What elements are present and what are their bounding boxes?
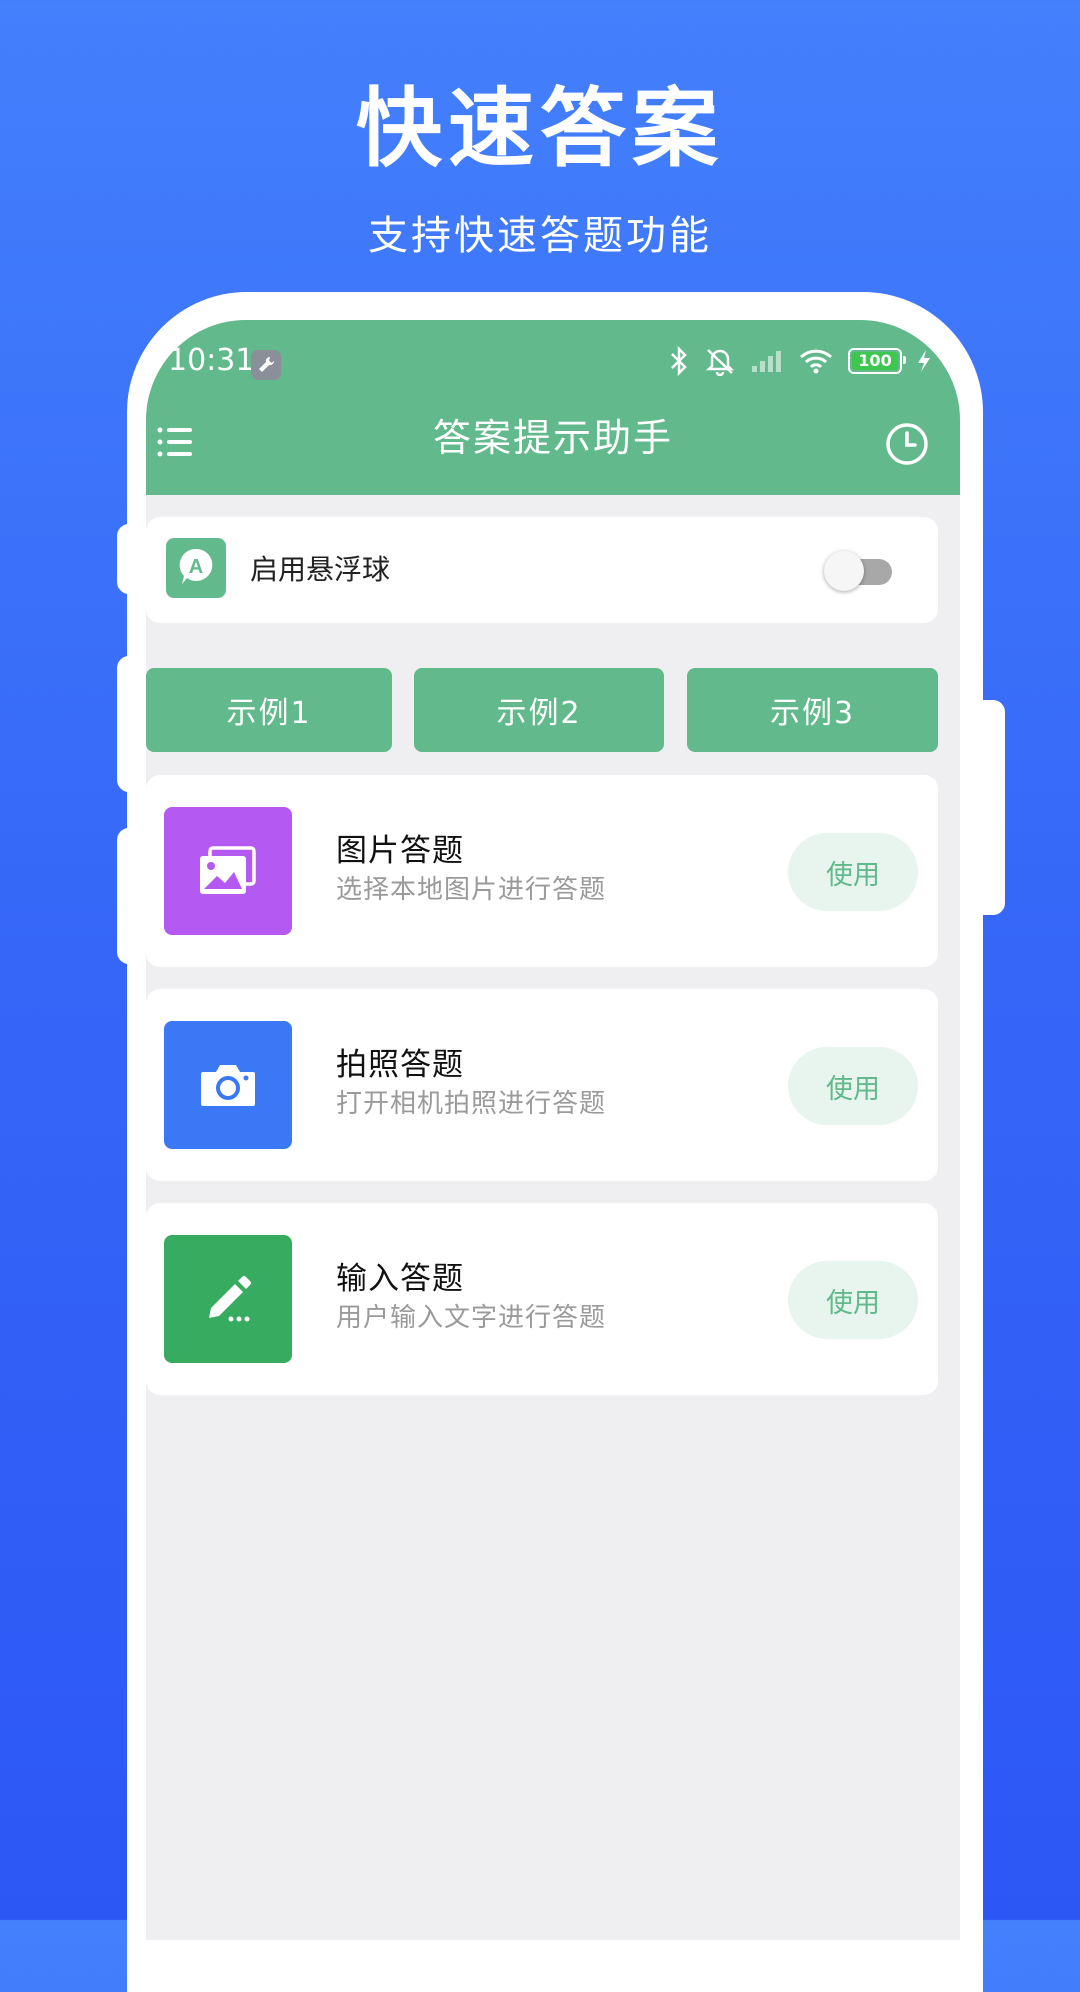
- phone-side-button: [117, 828, 139, 964]
- feature-desc: 用户输入文字进行答题: [336, 1303, 607, 1333]
- wifi-icon: [799, 349, 833, 374]
- status-time: 10:31: [168, 343, 255, 378]
- app-title: 答案提示助手: [432, 416, 673, 460]
- floating-ball-toggle[interactable]: [824, 551, 894, 591]
- feature-card-camera: 拍照答题 打开相机拍照进行答题 使用: [146, 989, 938, 1181]
- promo-subtitle: 支持快速答题功能: [368, 213, 712, 259]
- battery-icon: 100: [848, 348, 906, 374]
- bluetooth-icon: [671, 346, 687, 376]
- clock-icon[interactable]: [884, 421, 930, 467]
- use-button-camera[interactable]: 使用: [788, 1047, 918, 1125]
- feature-card-input: 输入答题 用户输入文字进行答题 使用: [146, 1203, 938, 1395]
- status-icons: 100: [668, 346, 932, 376]
- phone-side-button: [117, 524, 139, 594]
- app-bar: 10:31 100 答案提示助手: [146, 320, 960, 495]
- battery-level: 100: [858, 351, 892, 370]
- feature-desc: 选择本地图片进行答题: [336, 875, 607, 905]
- example-button-2[interactable]: 示例2: [414, 668, 664, 752]
- pencil-icon: [164, 1235, 292, 1363]
- camera-icon: [164, 1021, 292, 1149]
- logo-letter: A: [189, 556, 203, 578]
- floating-ball-card: A 启用悬浮球: [146, 517, 938, 623]
- use-button-input[interactable]: 使用: [788, 1261, 918, 1339]
- phone-side-button: [983, 700, 1005, 915]
- mute-icon: [705, 349, 735, 376]
- floating-ball-label: 启用悬浮球: [250, 553, 391, 586]
- example-button-1[interactable]: 示例1: [146, 668, 392, 752]
- example-buttons: 示例1 示例2 示例3: [146, 668, 938, 752]
- use-button-image[interactable]: 使用: [788, 833, 918, 911]
- phone-side-button: [117, 656, 139, 792]
- image-icon: [164, 807, 292, 935]
- phone-screen: 10:31 100 答案提示助手 A 启用悬浮球 示例1 示例2 示例3 图片答…: [146, 320, 960, 1940]
- signal-icon: [752, 351, 781, 372]
- example-button-3[interactable]: 示例3: [687, 668, 938, 752]
- promo-title: 快速答案: [356, 79, 724, 179]
- feature-card-image: 图片答题 选择本地图片进行答题 使用: [146, 775, 938, 967]
- wrench-icon: [251, 350, 281, 380]
- charging-icon: [918, 350, 930, 372]
- feature-title: 图片答题: [336, 833, 464, 869]
- feature-desc: 打开相机拍照进行答题: [336, 1089, 607, 1119]
- app-logo: A: [166, 538, 226, 598]
- feature-title: 拍照答题: [336, 1047, 464, 1083]
- feature-title: 输入答题: [336, 1261, 464, 1297]
